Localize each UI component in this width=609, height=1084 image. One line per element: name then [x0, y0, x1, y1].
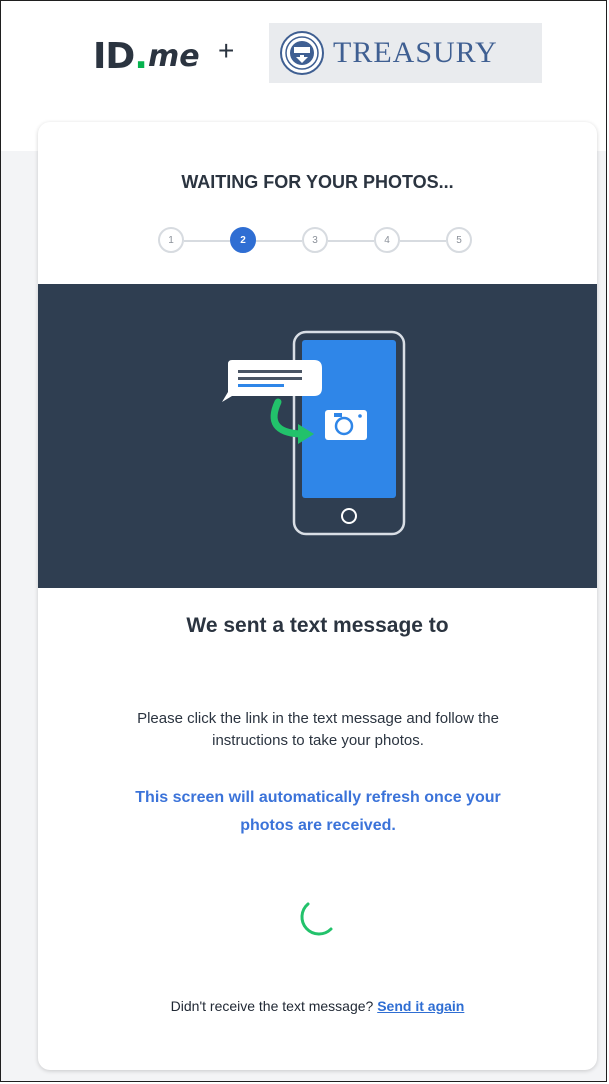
- step-connector: [184, 240, 230, 242]
- idme-logo-dot: .: [134, 36, 148, 77]
- step-5: 5: [446, 227, 472, 253]
- page-frame: ID . me + TREASURY WAITING FOR YOUR PHOT…: [0, 0, 607, 1082]
- instructions-text: Please click the link in the text messag…: [137, 710, 499, 749]
- step-connector: [256, 240, 302, 242]
- step-2-active: 2: [230, 227, 256, 253]
- resend-row: Didn't receive the text message? Send it…: [38, 998, 597, 1014]
- progress-stepper: 1 2 3 4 5: [158, 226, 478, 256]
- resend-link[interactable]: Send it again: [377, 998, 464, 1014]
- treasury-wordmark: TREASURY: [333, 36, 498, 69]
- step-1: 1: [158, 227, 184, 253]
- sent-text-heading: We sent a text message to: [186, 614, 449, 637]
- idme-logo: ID . me: [93, 29, 200, 79]
- idme-logo-me: me: [147, 39, 200, 74]
- step-3: 3: [302, 227, 328, 253]
- illustration-panel: [38, 284, 597, 588]
- step-4: 4: [374, 227, 400, 253]
- auto-refresh-note: This screen will automatically refresh o…: [135, 789, 501, 834]
- verification-card: WAITING FOR YOUR PHOTOS... 1 2 3 4 5 We …: [38, 122, 597, 1070]
- plus-sign: +: [218, 35, 235, 66]
- step-connector: [328, 240, 374, 242]
- treasury-seal-icon: [280, 31, 324, 75]
- treasury-logo: TREASURY: [269, 23, 542, 83]
- card-title: WAITING FOR YOUR PHOTOS...: [181, 172, 454, 192]
- loading-spinner-icon: [300, 902, 333, 936]
- header: ID . me + TREASURY: [1, 1, 606, 111]
- resend-prompt: Didn't receive the text message?: [170, 998, 378, 1014]
- phone-text-message-camera-illustration: [222, 330, 406, 536]
- step-connector: [400, 240, 446, 242]
- idme-logo-id: ID: [93, 36, 135, 77]
